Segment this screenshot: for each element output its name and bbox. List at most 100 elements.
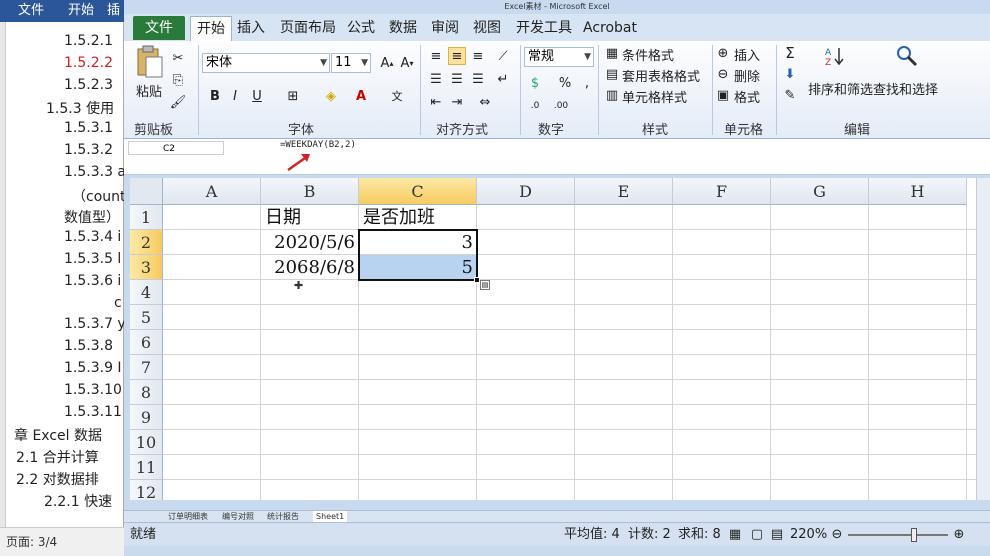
column-header-d[interactable]: D [477,178,575,205]
borders-icon[interactable]: ⊞ [284,87,302,105]
row-header-2[interactable]: 2 [130,230,163,255]
row-header-1[interactable]: 1 [130,205,163,230]
increase-indent-icon[interactable]: ⇥ [448,93,466,111]
increase-decimal-icon[interactable]: .0 [526,97,544,115]
find-select-button[interactable]: 查找和选择 [873,79,938,98]
word-nav-item[interactable]: 1.5.3.4 i [64,229,121,245]
row-header-3[interactable]: 3 [130,255,163,280]
cell-b3[interactable]: 2068/6/8 [261,255,355,280]
row-header-8[interactable]: 8 [130,380,163,405]
align-center-icon[interactable]: ☰ [448,70,466,88]
zoom-in-icon[interactable]: ⊕ [950,526,968,544]
sort-filter-icon[interactable]: AZ [824,45,846,68]
grow-font-icon[interactable]: A ▴ [378,54,396,72]
word-nav-item[interactable]: 2.1 合并计算 [16,447,99,467]
number-format-select[interactable]: 常规 ▼ [524,47,594,67]
fill-icon[interactable]: ⬇ [781,65,799,83]
row-header-10[interactable]: 10 [130,430,163,455]
sort-filter-button[interactable]: 排序和筛选 [808,79,873,98]
tab-home[interactable]: 开始 [190,16,232,41]
formula-input[interactable]: =WEEKDAY(B2,2) [280,140,356,150]
cell-b1[interactable]: 日期 [261,205,355,230]
word-nav-item[interactable]: 1.5.3.8 [64,338,113,354]
word-nav-item[interactable]: 章 Excel 数据 [14,425,102,445]
zoom-level[interactable]: 220% [790,523,827,547]
cell-b2[interactable]: 2020/5/6 [261,230,355,255]
fill-color-icon[interactable]: ◈ [322,87,340,105]
format-cells-icon[interactable]: ▣ [714,86,732,104]
percent-icon[interactable]: % [556,74,574,92]
align-middle-icon[interactable]: ≡ [448,47,466,65]
font-name-select[interactable]: 宋体 ▼ [202,53,330,73]
table-format-button[interactable]: 套用表格格式 [622,66,700,85]
column-header-g[interactable]: G [771,178,869,205]
format-painter-icon[interactable]: 🖌 [169,93,187,111]
clear-icon[interactable]: ✎ [781,86,799,104]
column-header-f[interactable]: F [673,178,771,205]
word-nav-item[interactable]: 数值型） [64,207,120,227]
word-nav-item[interactable]: 1.5.2.1 [64,33,113,49]
word-file-tab[interactable]: 文件 [18,0,44,22]
column-header-h[interactable]: H [869,178,967,205]
word-nav-item[interactable]: 2.2.1 快速 [44,491,112,511]
zoom-out-icon[interactable]: ⊖ [828,526,846,544]
tab-acrobat[interactable]: Acrobat [583,16,637,41]
column-header-e[interactable]: E [575,178,673,205]
word-nav-item[interactable]: 1.5.3.6 i [64,273,121,289]
find-select-icon[interactable] [896,45,918,67]
format-cells-button[interactable]: 格式 [734,87,760,106]
word-insert-tab[interactable]: 插 [107,0,120,22]
page-layout-view-icon[interactable]: ▢ [748,526,766,544]
tab-view[interactable]: 视图 [473,16,501,41]
spreadsheet-grid[interactable]: ABCDEFGH12345678910111213▤日期是否加班2020/5/6… [130,178,976,500]
word-nav-item[interactable]: 1.5.3.3 a [64,164,124,180]
cell-c3[interactable]: 5 [359,255,473,280]
row-header-6[interactable]: 6 [130,330,163,355]
cell-c2[interactable]: 3 [359,230,473,255]
zoom-slider-thumb[interactable] [911,528,917,542]
row-header-11[interactable]: 11 [130,455,163,480]
file-tab[interactable]: 文件 [133,16,185,40]
italic-icon[interactable]: I [226,87,244,105]
cell-style-button[interactable]: 单元格样式 [622,87,687,106]
autosum-icon[interactable]: Σ [781,44,799,62]
tab-review[interactable]: 审阅 [431,16,459,41]
word-nav-item[interactable]: 1.5.3.10 [64,382,122,398]
row-header-5[interactable]: 5 [130,305,163,330]
row-header-4[interactable]: 4 [130,280,163,305]
wrap-text-icon[interactable]: ↵ [494,70,512,88]
comma-icon[interactable]: , [578,74,596,92]
word-nav-item[interactable]: 1.5.3 使用 [46,98,114,118]
tab-formulas[interactable]: 公式 [347,16,375,41]
word-home-tab[interactable]: 开始 [68,0,94,22]
normal-view-icon[interactable]: ▦ [726,526,744,544]
underline-icon[interactable]: U [248,87,266,105]
tab-developer[interactable]: 开发工具 [516,16,572,41]
currency-icon[interactable]: $ [526,74,544,92]
paste-icon[interactable] [134,45,164,79]
word-nav-item[interactable]: 2.2 对数据排 [16,469,99,489]
row-header-9[interactable]: 9 [130,405,163,430]
quick-analysis-icon[interactable]: ▤ [480,280,490,290]
word-nav-item[interactable]: 1.5.3.2 [64,142,113,158]
word-nav-item[interactable]: c [114,295,122,311]
column-header-c[interactable]: C [359,178,477,205]
word-nav-item[interactable]: （count [72,186,124,206]
decrease-decimal-icon[interactable]: .00 [552,97,570,115]
paste-button[interactable]: 粘贴 [136,81,162,100]
conditional-format-button[interactable]: 条件格式 [622,45,674,64]
decrease-indent-icon[interactable]: ⇤ [427,93,445,111]
tab-insert[interactable]: 插入 [237,16,265,41]
column-header-a[interactable]: A [163,178,261,205]
word-nav-item[interactable]: 1.5.3.5 l [64,251,121,267]
cell-c1[interactable]: 是否加班 [359,205,473,230]
align-left-icon[interactable]: ☰ [427,70,445,88]
cell-style-icon[interactable]: ▥ [603,86,621,104]
font-size-select[interactable]: 11 ▼ [331,53,371,73]
name-box[interactable]: C2 [128,141,224,155]
tab-data[interactable]: 数据 [389,16,417,41]
insert-cells-icon[interactable]: ⊕ [714,44,732,62]
phonetic-icon[interactable]: 文 [388,87,406,105]
conditional-format-icon[interactable]: ▦ [603,44,621,62]
word-nav-item[interactable]: 1.5.3.9 I [64,360,122,376]
